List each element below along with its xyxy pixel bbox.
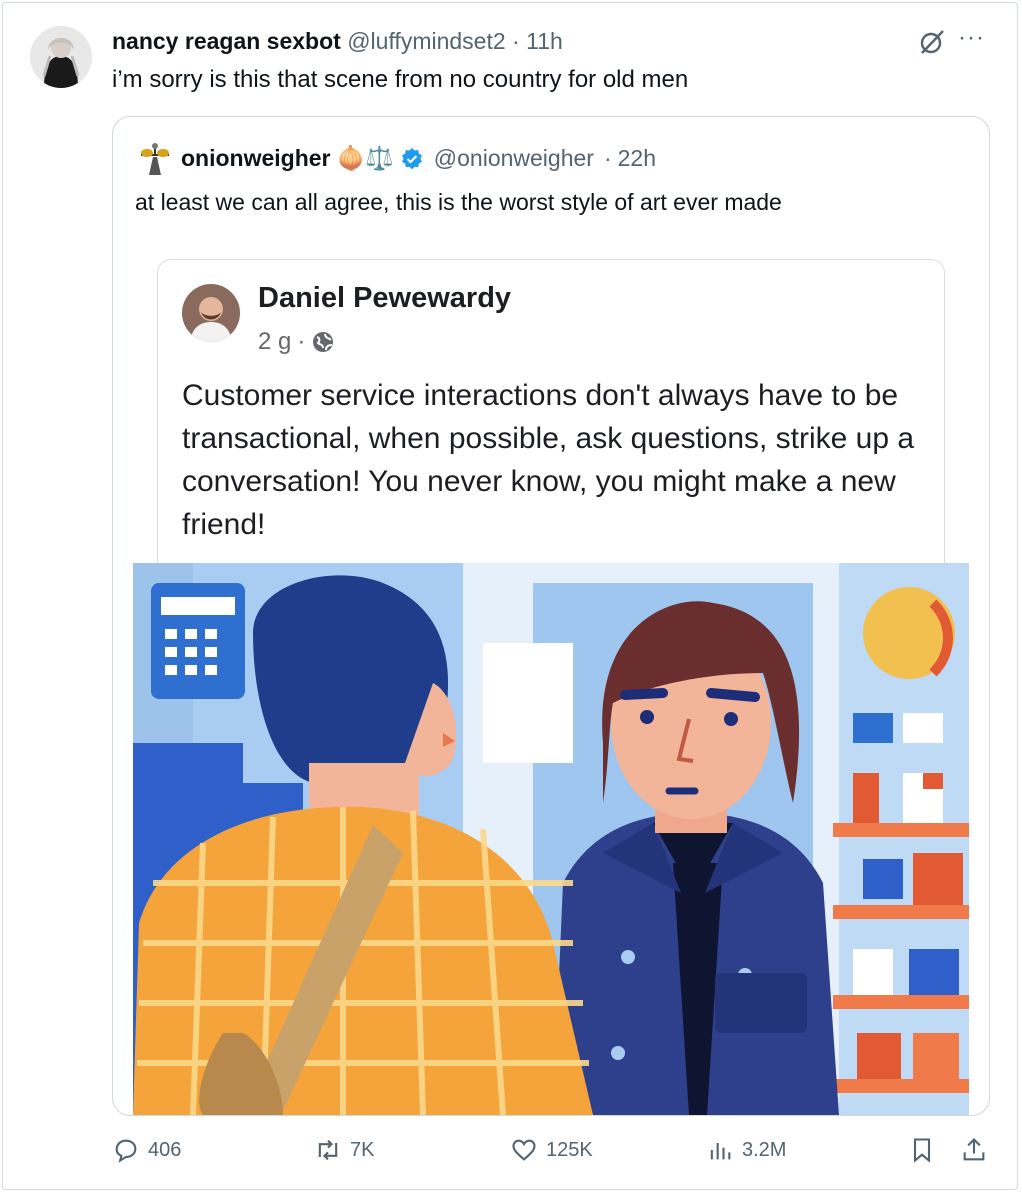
fb-avatar — [182, 284, 240, 342]
views-button[interactable]: 3.2M — [706, 1136, 786, 1164]
reply-count: 406 — [148, 1138, 182, 1161]
share-button[interactable] — [960, 1136, 988, 1164]
like-button[interactable]: 125K — [510, 1136, 593, 1164]
repost-button[interactable]: 7K — [314, 1136, 374, 1164]
quote-header: onionweigher 🧅⚖️ @onionweigher · 22h — [181, 145, 656, 172]
like-icon — [512, 1139, 536, 1161]
separator: · — [512, 28, 520, 54]
reply-icon — [115, 1139, 137, 1163]
bookmark-button[interactable] — [908, 1136, 936, 1164]
views-icon — [710, 1143, 731, 1160]
quote-avatar[interactable] — [135, 139, 175, 179]
timestamp[interactable]: 11h — [526, 28, 563, 54]
quote-display-name[interactable]: onionweigher — [181, 145, 331, 172]
quoted-tweet[interactable]: onionweigher 🧅⚖️ @onionweigher · 22h at … — [112, 116, 990, 1116]
separator: · — [603, 145, 612, 171]
more-icon[interactable]: ··· — [958, 24, 985, 52]
separator: · — [297, 328, 306, 355]
verified-badge-icon — [401, 147, 422, 169]
quote-emoji: 🧅⚖️ — [336, 145, 394, 171]
bookmark-icon — [913, 1138, 931, 1163]
fb-author: Daniel Pewewardy — [258, 282, 512, 314]
repost-count: 7K — [350, 1138, 375, 1161]
handle[interactable]: @luffymindset2 — [347, 28, 505, 54]
fb-body: Customer service interactions don't alwa… — [182, 379, 915, 541]
grok-icon[interactable] — [918, 28, 946, 56]
quote-timestamp[interactable]: 22h — [618, 145, 656, 172]
like-count: 125K — [546, 1138, 593, 1161]
display-name[interactable]: nancy reagan sexbot — [112, 28, 341, 54]
repost-icon — [318, 1139, 338, 1161]
fb-age: 2 g — [258, 328, 292, 355]
share-icon — [963, 1138, 985, 1161]
quote-text: at least we can all agree, this is the w… — [135, 189, 782, 215]
views-count: 3.2M — [742, 1138, 787, 1161]
fb-meta: 2 g · — [258, 328, 335, 356]
quote-handle[interactable]: @onionweigher — [434, 145, 594, 172]
tweet-text: i’m sorry is this that scene from no cou… — [112, 66, 689, 93]
reply-button[interactable]: 406 — [112, 1136, 181, 1164]
avatar[interactable] — [30, 26, 92, 88]
globe-icon — [313, 332, 334, 352]
tweet-header: nancy reagan sexbot @luffymindset2 · 11h — [112, 28, 563, 55]
illustration-image[interactable] — [133, 563, 969, 1115]
action-bar: 406 7K 125K 3.2M — [0, 1136, 1022, 1176]
